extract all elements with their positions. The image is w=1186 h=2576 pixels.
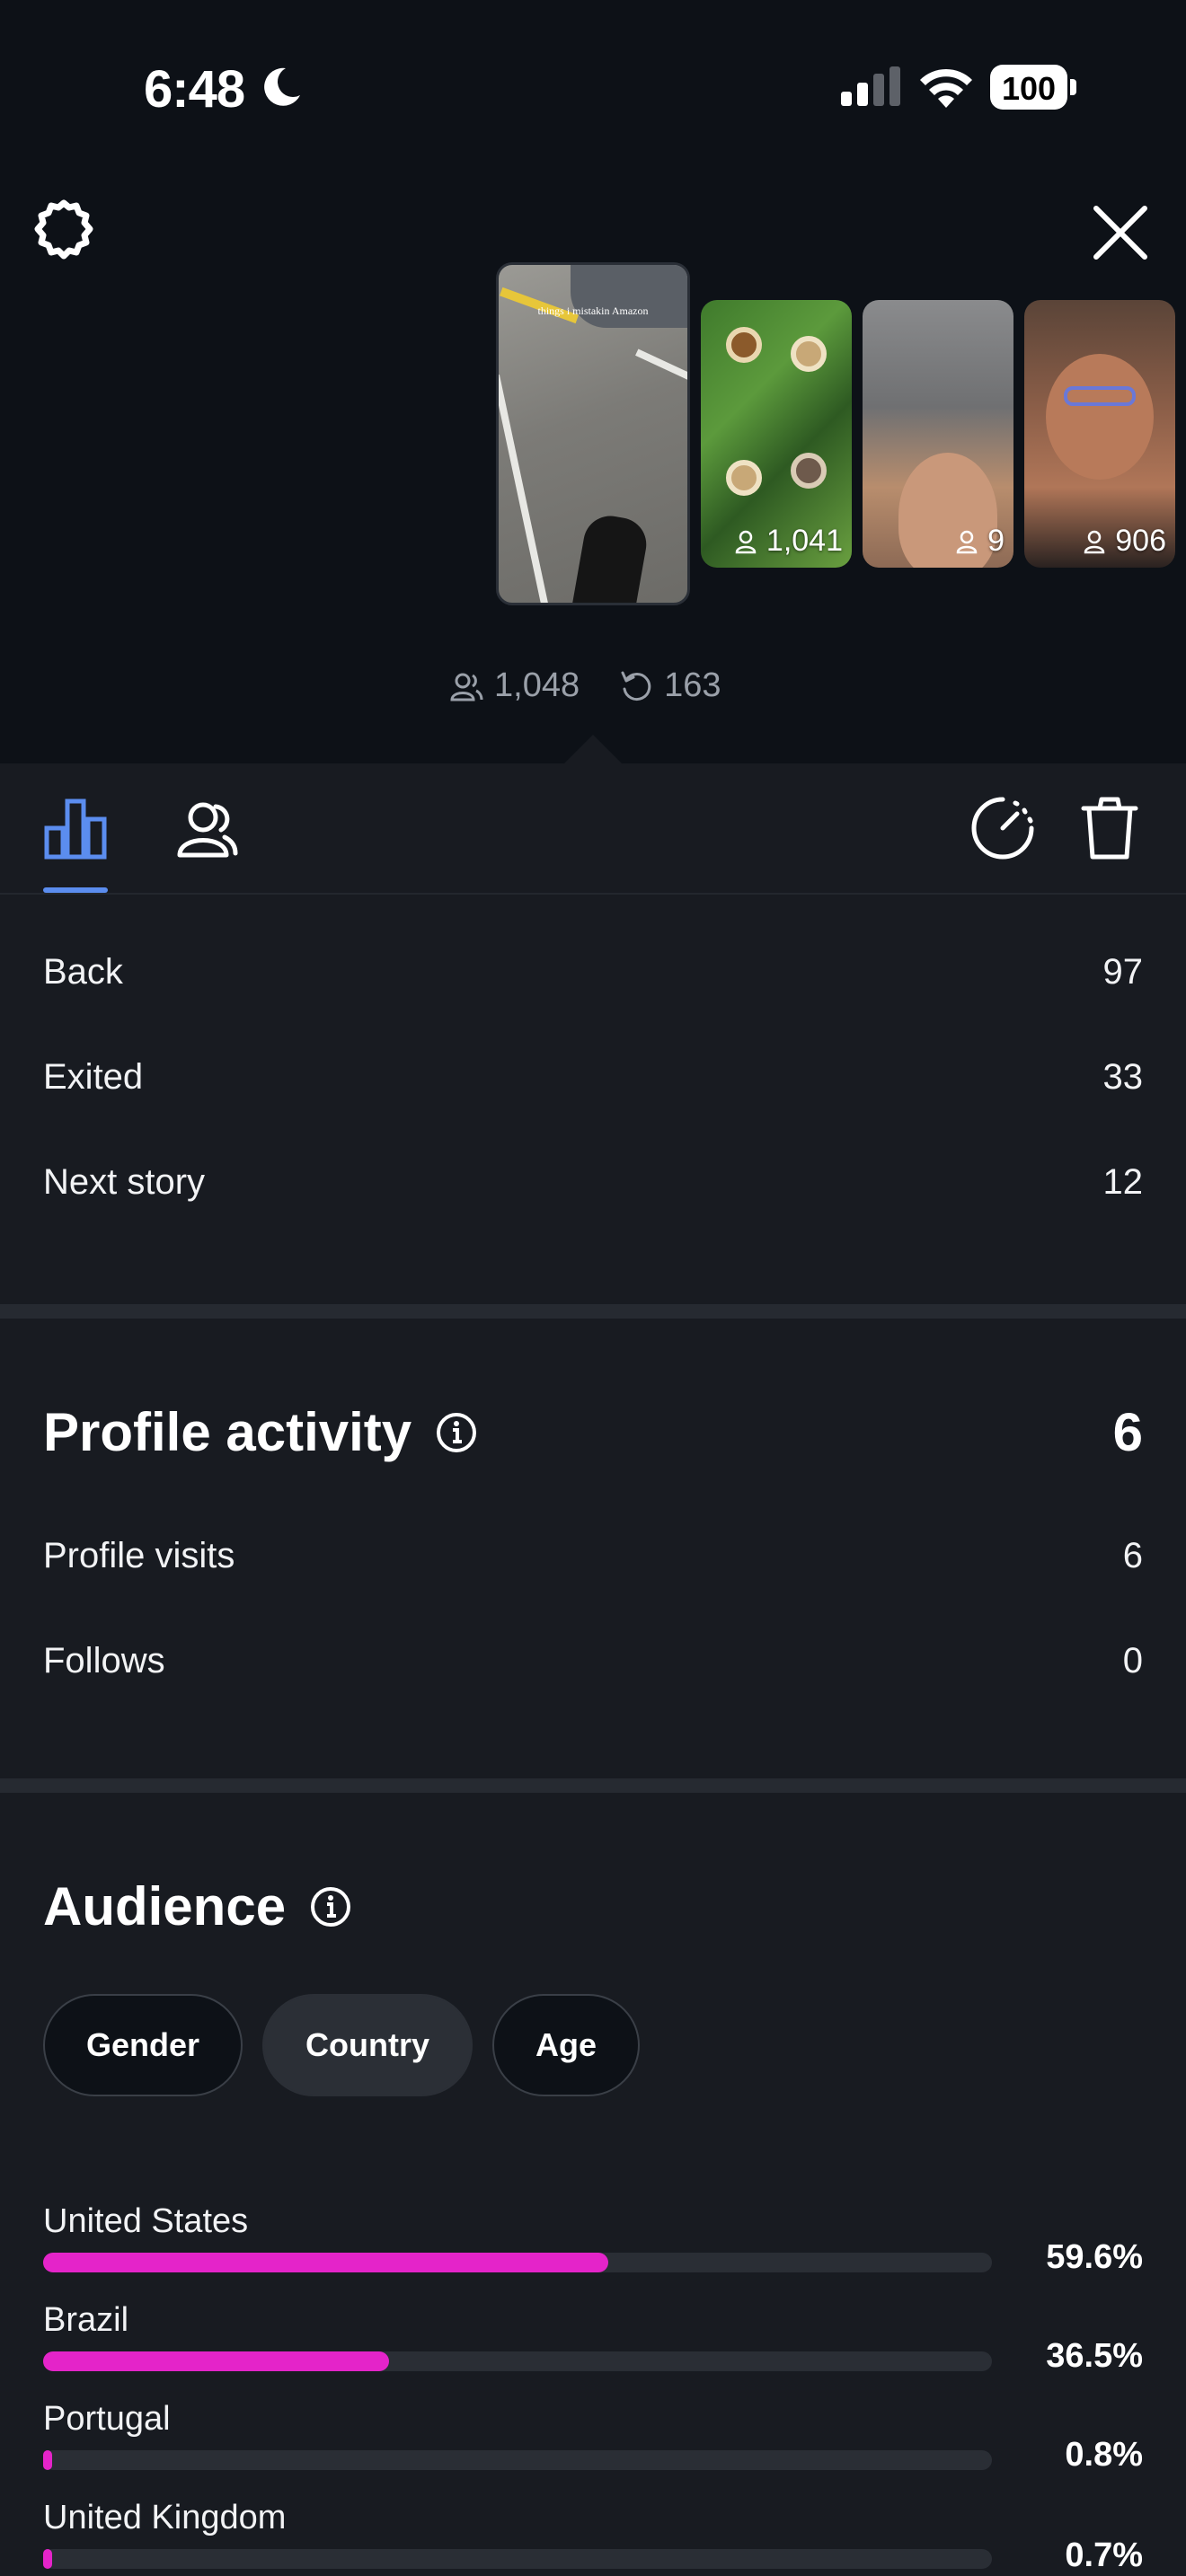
country-row: United Kingdom 0.7% (43, 2499, 1143, 2576)
wifi-icon (920, 68, 972, 108)
trash-icon[interactable] (1080, 796, 1139, 860)
country-row: Brazil 36.5% (43, 2301, 1143, 2382)
timer-icon[interactable] (970, 796, 1035, 860)
active-tab-indicator (43, 887, 108, 893)
country-bar-track (43, 2253, 992, 2272)
viewers-stat[interactable]: 1,048 (449, 666, 580, 705)
settings-gear-icon[interactable] (32, 199, 95, 262)
profile-visits-row: Profile visits 6 (43, 1536, 1143, 1576)
replay-icon (621, 671, 651, 701)
section-divider (0, 1778, 1186, 1793)
metric-label: Next story (43, 1162, 206, 1202)
country-name: United Kingdom (43, 2499, 287, 2536)
metric-value: 6 (1122, 1536, 1143, 1575)
chip-country[interactable]: Country (262, 1994, 474, 2096)
chip-gender[interactable]: Gender (43, 1994, 243, 2096)
country-percent: 36.5% (1046, 2337, 1143, 2375)
audience-heading: Audience (43, 1875, 352, 1937)
battery-level: 100 (1001, 70, 1057, 107)
viewers-icon (735, 530, 757, 553)
metric-label: Profile visits (43, 1536, 235, 1575)
country-percent: 0.7% (1065, 2536, 1143, 2574)
metric-label: Exited (43, 1057, 144, 1097)
metric-value: 12 (1102, 1162, 1144, 1202)
country-bar-fill (43, 2549, 52, 2569)
story-caption: things i mistakin Amazon (537, 304, 649, 317)
story-summary-stats: 1,048 163 (449, 666, 721, 705)
story-viewer-count: 906 (1083, 524, 1166, 559)
chip-age[interactable]: Age (492, 1994, 641, 2096)
cellular-signal-icon (841, 66, 900, 106)
country-bar-track (43, 2450, 992, 2470)
country-bar-fill (43, 2351, 390, 2371)
close-icon[interactable] (1091, 203, 1150, 262)
info-icon[interactable] (435, 1411, 478, 1454)
country-name: Brazil (43, 2301, 129, 2339)
country-bar-fill (43, 2450, 52, 2470)
country-name: United States (43, 2202, 249, 2240)
country-name: Portugal (43, 2400, 171, 2438)
country-bar-track (43, 2351, 992, 2371)
viewers-icon[interactable] (174, 796, 239, 860)
follows-row: Follows 0 (43, 1641, 1143, 1681)
metric-value: 33 (1102, 1057, 1144, 1097)
country-percent: 0.8% (1065, 2436, 1143, 2474)
viewers-icon (1084, 530, 1105, 553)
story-thumbnail[interactable]: 1,041 (701, 300, 852, 568)
story-viewer-count: 1,041 (734, 524, 843, 559)
story-viewer-count: 9 (955, 524, 1005, 559)
metric-value: 0 (1122, 1641, 1143, 1681)
audience-filter-chips: Gender Country Age (43, 1994, 641, 2096)
navigation-row-next-story: Next story 12 (43, 1162, 1143, 1203)
profile-activity-total: 6 (1112, 1402, 1143, 1462)
insights-toolbar (0, 763, 1186, 895)
story-thumbnail[interactable]: 9 (863, 300, 1013, 568)
navigation-row-back: Back 97 (43, 952, 1143, 992)
metric-label: Follows (43, 1641, 165, 1681)
battery-indicator: 100 (990, 65, 1076, 110)
country-bar-fill (43, 2253, 609, 2272)
story-thumbnail[interactable]: 906 (1024, 300, 1175, 568)
viewers-icon (956, 530, 978, 553)
country-row: Portugal 0.8% (43, 2400, 1143, 2481)
metric-value: 97 (1102, 952, 1144, 992)
status-time: 6:48 (144, 60, 245, 119)
bar-chart-icon[interactable] (43, 798, 108, 860)
viewers-icon (450, 673, 483, 701)
replays-stat[interactable]: 163 (619, 666, 721, 705)
story-thumbnail-current[interactable]: things i mistakin Amazon (496, 262, 690, 605)
info-icon[interactable] (309, 1885, 352, 1928)
selected-story-pointer (562, 735, 624, 765)
country-row: United States 59.6% (43, 2202, 1143, 2283)
metric-label: Back (43, 952, 123, 992)
section-divider (0, 1304, 1186, 1319)
country-percent: 59.6% (1046, 2238, 1143, 2276)
country-bar-track (43, 2549, 992, 2569)
profile-activity-heading: Profile activity (43, 1401, 478, 1463)
moon-icon (264, 67, 300, 106)
navigation-row-exited: Exited 33 (43, 1057, 1143, 1098)
